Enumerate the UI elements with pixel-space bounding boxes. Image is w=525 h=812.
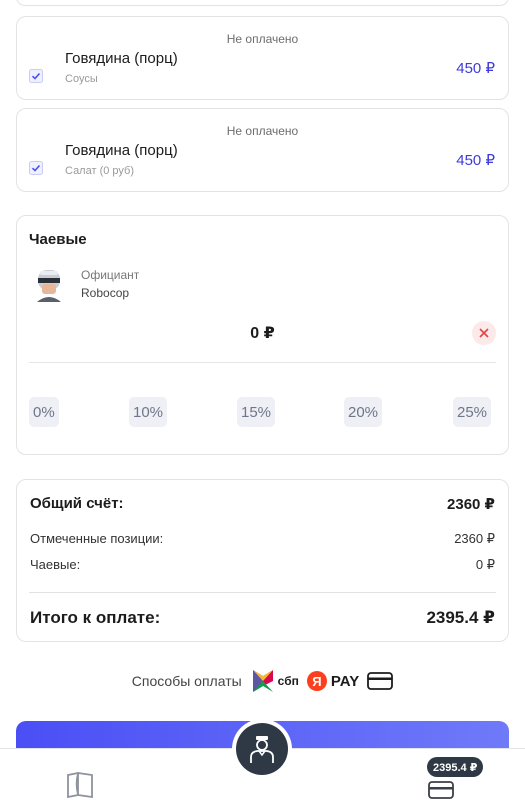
item-price: 450 ₽ (456, 152, 495, 169)
bill-total-value: 2360 ₽ (447, 496, 495, 513)
tips-card: Чаевые Официант Robocop 0 ₽ 0% 10% 15% 2… (16, 215, 509, 455)
bill-total-row: Общий счёт: 2360 ₽ (30, 495, 495, 513)
tips-value: 0 ₽ (475, 557, 495, 572)
selected-items-value: 2360 ₽ (454, 531, 495, 546)
previous-item-card (16, 0, 509, 6)
call-waiter-button[interactable] (232, 719, 292, 779)
checkbox-checked-icon[interactable] (29, 69, 43, 83)
clear-tip-button[interactable] (472, 321, 496, 345)
item-name: Говядина (порц) (65, 142, 178, 159)
grand-total-row: Итого к оплате: 2395.4 ₽ (30, 608, 495, 628)
tip-percent-option[interactable]: 10% (129, 397, 168, 427)
waiter-name: Robocop (81, 286, 130, 300)
cart-total-badge: 2395.4 ₽ (427, 757, 484, 777)
waiter-icon (250, 736, 274, 763)
yandex-pay-label: PAY (330, 672, 360, 690)
sbp-logo: сбп (251, 668, 299, 694)
tips-label: Чаевые: (30, 557, 81, 572)
checkbox-checked-icon[interactable] (29, 161, 43, 175)
item-name: Говядина (порц) (65, 50, 178, 67)
item-modifier: Соусы (65, 73, 98, 85)
divider (29, 362, 496, 363)
robocop-avatar-icon (37, 270, 61, 302)
yandex-letter: Я (306, 671, 327, 691)
selected-items-label: Отмеченные позиции: (30, 531, 164, 546)
bill-summary-card: Общий счёт: 2360 ₽ Отмеченные позиции: 2… (16, 479, 509, 642)
sbp-icon (252, 670, 273, 692)
menu-book-icon[interactable] (66, 770, 94, 798)
item-modifier: Салат (0 руб) (65, 165, 134, 177)
yandex-pay-logo: Я PAY (306, 671, 360, 691)
selected-items-row: Отмеченные позиции: 2360 ₽ (30, 531, 495, 547)
close-icon (479, 328, 489, 338)
tip-percent-option[interactable]: 0% (29, 397, 59, 427)
tip-percent-option[interactable]: 20% (344, 397, 383, 427)
order-item-card[interactable]: Не оплачено Говядина (порц) Соусы 450 ₽ (16, 16, 509, 100)
tips-row: Чаевые: 0 ₽ (30, 557, 495, 573)
tip-amount[interactable]: 0 ₽ (17, 323, 508, 343)
bill-total-label: Общий счёт: (30, 495, 124, 512)
item-price: 450 ₽ (456, 60, 495, 77)
waiter-role: Официант (81, 268, 140, 282)
payment-methods-label: Способы оплаты (131, 673, 242, 689)
grand-total-label: Итого к оплате: (30, 608, 161, 627)
waiter-button-background (236, 723, 288, 775)
tips-title: Чаевые (29, 231, 87, 248)
tip-percent-option[interactable]: 25% (453, 397, 492, 427)
tip-percent-option[interactable]: 15% (237, 397, 276, 427)
wallet-icon[interactable] (426, 778, 456, 800)
divider (29, 592, 496, 593)
payment-methods: Способы оплаты сбп Я PAY (0, 668, 525, 694)
grand-total-value: 2395.4 ₽ (426, 608, 495, 627)
sbp-label: сбп (277, 674, 299, 688)
bank-card-icon (367, 672, 394, 690)
order-item-card[interactable]: Не оплачено Говядина (порц) Салат (0 руб… (16, 108, 509, 192)
payment-status: Не оплачено (226, 124, 299, 138)
payment-status: Не оплачено (226, 32, 299, 46)
